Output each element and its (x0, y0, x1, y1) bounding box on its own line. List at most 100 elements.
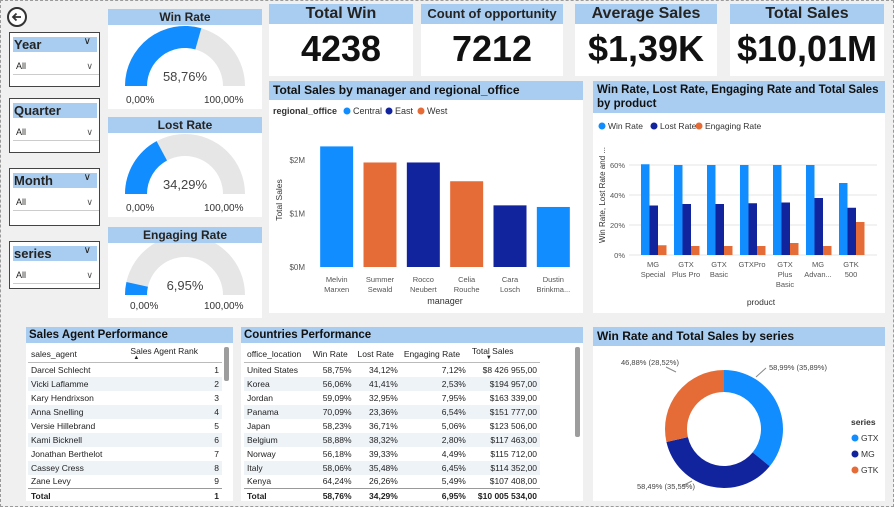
table-cell: Norway (247, 448, 276, 459)
bar (856, 222, 865, 255)
total-cell: 58,76% (309, 488, 355, 503)
table-cell: 41,41% (354, 376, 401, 391)
table-row[interactable]: Korea 56,06% 41,41% 2,53% $194 957,00 (244, 376, 540, 391)
gauge-lost-rate[interactable]: Lost Rate 34,29% 0,00% 100,00% (108, 117, 262, 217)
table-row[interactable]: Jonathan Berthelot 7 (28, 447, 222, 461)
table-row[interactable]: Kary Hendrixson 3 (28, 391, 222, 405)
gauge-win-rate[interactable]: Win Rate 58,76% 0,00% 100,00% (108, 9, 262, 109)
kpi-total-sales[interactable]: Total Sales $10,01M (730, 4, 884, 76)
column-header[interactable]: Sales Agent Rank ▲ (127, 345, 222, 363)
kpi-total-win[interactable]: Total Win 4238 (269, 4, 413, 76)
legend-label: Lost Rate (660, 121, 697, 131)
slicer-dropdown[interactable]: All ∨ (13, 266, 99, 284)
table-cell: 4 (127, 404, 222, 419)
column-header[interactable]: office_location (244, 345, 310, 363)
bar (707, 165, 716, 255)
gauge-max: 100,00% (204, 301, 244, 312)
column-header[interactable]: Lost Rate (355, 345, 401, 363)
chevron-down-icon: ∨ (86, 197, 93, 207)
slicer-dropdown[interactable]: All ∨ (13, 57, 99, 75)
table-row[interactable]: Anna Snelling 4 (28, 404, 222, 419)
table-cell: 5,49% (441, 476, 466, 487)
slicer-month[interactable]: Month ∨ All ∨ (9, 168, 100, 226)
chart-title: Win Rate, Lost Rate, Engaging Rate and T… (593, 81, 885, 113)
table-row[interactable]: Versie Hillebrand 5 (28, 419, 222, 433)
arrow-left-icon (11, 12, 21, 22)
table-cell: $194 957,00 (468, 376, 540, 391)
table-row[interactable]: United States 58,75% 34,12% 7,12% $8 426 955… (244, 363, 540, 377)
countries-table-card[interactable]: Countries Performance office_location Wi… (241, 327, 583, 503)
table-row[interactable]: Cassey Cress 8 (28, 460, 222, 475)
slicer-value: All (16, 127, 27, 137)
table-cell: 4,49% (441, 448, 466, 459)
table-row[interactable]: Norway 56,18% 39,33% 4,49% $115 712,00 (244, 447, 540, 461)
chevron-down-icon[interactable]: ∨ (84, 36, 91, 47)
table-row[interactable]: Italy 58,06% 35,48% 6,45% $114 352,00 (244, 460, 540, 475)
table-row[interactable]: Panama 70,09% 23,36% 6,54% $151 777,00 (244, 404, 540, 419)
gauge-engaging-rate[interactable]: Engaging Rate 6,95% 0,00% 100,00% (108, 227, 262, 318)
bar (363, 162, 397, 267)
table-cell: Versie Hillebrand (31, 420, 96, 431)
legend-label: GTK (861, 465, 879, 475)
table-cell: 5 (214, 420, 219, 431)
total-cell: 6,95% (400, 488, 469, 503)
chevron-down-icon[interactable]: ∨ (84, 172, 91, 183)
bar (641, 164, 650, 255)
slicer-series[interactable]: series ∨ All ∨ (9, 241, 100, 289)
y-tick-label: $2M (289, 156, 305, 165)
table-cell: 3 (214, 392, 219, 403)
y-tick-label: $0M (289, 263, 305, 272)
kpi-average-sales[interactable]: Average Sales $1,39K (575, 4, 717, 76)
table-row[interactable]: Jordan 59,09% 32,95% 7,95% $163 339,00 (244, 391, 540, 405)
slicer-dropdown[interactable]: All ∨ (13, 193, 99, 211)
x-tick-label: Celia (458, 275, 476, 284)
chart-win-rate-by-series[interactable]: Win Rate and Total Sales by series 58,99… (593, 327, 885, 501)
x-axis-title: product (747, 297, 776, 307)
table-cell: Anna Snelling (28, 404, 128, 419)
agents-table-wrap: sales_agent Sales Agent Rank ▲ Darcel Sch… (28, 345, 222, 503)
countries-table: office_location Win Rate Lost Rate Engag… (244, 345, 540, 503)
chevron-down-icon[interactable]: ∨ (84, 245, 91, 256)
x-tick-label: Basic (776, 280, 795, 289)
table-cell: Jordan (247, 392, 273, 403)
bar (536, 206, 570, 267)
y-tick-label: 60% (610, 161, 625, 170)
column-header[interactable]: Total Sales ▼ (469, 345, 540, 363)
back-button[interactable] (7, 7, 27, 27)
scrollbar-thumb[interactable] (575, 347, 580, 437)
gauge-value: 58,76% (163, 69, 208, 84)
data-label: 58,49% (35,59%) (637, 482, 695, 491)
total-cell: Total (244, 488, 310, 503)
table-cell: 70,09% (309, 404, 355, 419)
table-cell: 35,48% (354, 460, 401, 475)
sort-asc-icon: ▲ (133, 355, 140, 361)
legend-label: Win Rate (608, 121, 643, 131)
table-row[interactable]: Japan 58,23% 36,71% 5,06% $123 506,00 (244, 419, 540, 433)
kpi-count-opportunity[interactable]: Count of opportunity 7212 (421, 4, 563, 76)
legend-label: East (395, 106, 414, 116)
scrollbar-thumb[interactable] (224, 347, 229, 381)
x-tick-label: Losch (500, 285, 520, 294)
slicer-year[interactable]: Year ∨ All ∨ (9, 32, 100, 87)
table-cell: Zane Levy (31, 476, 71, 487)
column-header[interactable]: Engaging Rate (401, 345, 469, 363)
table-cell: $151 777,00 (468, 404, 540, 419)
chart-rates-by-product[interactable]: Win Rate, Lost Rate, Engaging Rate and T… (593, 81, 885, 313)
table-row[interactable]: Belgium 58,88% 38,32% 2,80% $117 463,00 (244, 432, 540, 447)
table-cell: $114 352,00 (468, 460, 540, 475)
table-row[interactable]: Kami Bicknell 6 (28, 432, 222, 447)
table-cell: 7,95% (441, 392, 466, 403)
slicer-dropdown[interactable]: All ∨ (13, 123, 99, 141)
gauge-max: 100,00% (204, 203, 244, 214)
table-total-row: Total 58,76% 34,29% 6,95% $10 005 534,00 (244, 488, 540, 503)
slicer-quarter[interactable]: Quarter All ∨ (9, 98, 100, 153)
chart-sales-by-manager[interactable]: Total Sales by manager and regional_offi… (269, 81, 583, 313)
slicer-value: All (16, 270, 27, 280)
column-header[interactable]: Win Rate (310, 345, 355, 363)
table-row[interactable]: Zane Levy 9 (28, 475, 222, 489)
column-header[interactable]: sales_agent (28, 345, 127, 363)
agents-table-card[interactable]: Sales Agent Performance sales_agent Sale… (26, 327, 233, 503)
table-row[interactable]: Kenya 64,24% 26,26% 5,49% $107 408,00 (244, 475, 540, 489)
table-row[interactable]: Darcel Schlecht 1 (28, 363, 222, 377)
table-row[interactable]: Vicki Laflamme 2 (28, 376, 222, 391)
